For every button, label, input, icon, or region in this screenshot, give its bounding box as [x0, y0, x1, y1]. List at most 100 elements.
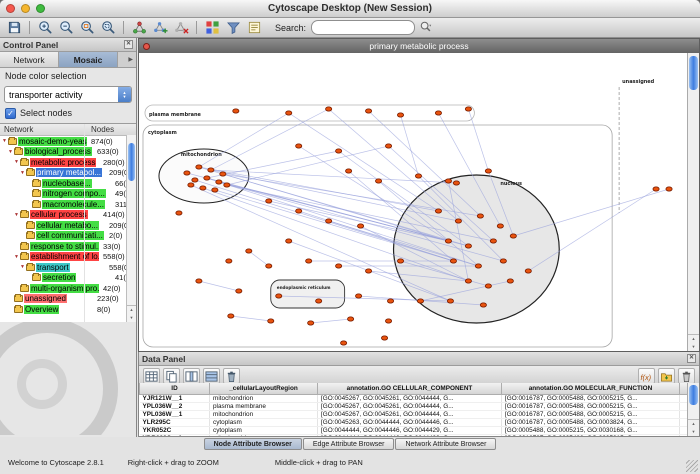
minimize-window-button[interactable]	[21, 4, 30, 13]
network-node[interactable]	[490, 239, 496, 243]
network-node[interactable]	[475, 264, 481, 268]
network-node[interactable]	[348, 317, 354, 321]
zoom-selected-button[interactable]	[77, 19, 97, 37]
network-node[interactable]	[233, 109, 239, 113]
network-scrollbar-arrows[interactable]: ▲▼	[688, 334, 699, 351]
tab-node-attribute-browser[interactable]: Node Attribute Browser	[204, 438, 302, 450]
network-node[interactable]	[216, 180, 222, 184]
network-node[interactable]	[196, 279, 202, 283]
attribute-row[interactable]: YKR052Ccytoplasm[GO:0044444, GO:0044446,…	[140, 427, 688, 435]
network-node[interactable]	[653, 187, 659, 191]
network-node[interactable]	[196, 165, 202, 169]
network-canvas[interactable]: plasma membrane cytoplasm mitochondrion …	[139, 53, 688, 351]
tree-column-nodes[interactable]: Nodes	[86, 125, 114, 134]
network-node[interactable]	[435, 111, 441, 115]
network-node[interactable]	[228, 314, 234, 318]
network-node[interactable]	[224, 183, 230, 187]
network-node[interactable]	[385, 144, 391, 148]
network-edge[interactable]	[249, 251, 269, 266]
network-edge[interactable]	[231, 316, 271, 321]
annotation-button[interactable]	[244, 19, 264, 37]
network-node[interactable]	[453, 181, 459, 185]
table-scrollbar-arrows[interactable]: ▲▼	[688, 419, 699, 436]
network-node[interactable]	[176, 211, 182, 215]
network-node[interactable]	[480, 303, 486, 307]
network-node[interactable]	[445, 239, 451, 243]
network-node[interactable]	[336, 264, 342, 268]
tab-mosaic[interactable]: Mosaic	[59, 52, 118, 67]
zoom-in-button[interactable]	[35, 19, 55, 37]
network-node[interactable]	[306, 259, 312, 263]
tab-network[interactable]: Network	[0, 52, 59, 67]
network-node[interactable]	[445, 179, 451, 183]
expand-arrow-icon[interactable]: ▼	[13, 212, 20, 218]
tree-item-biological-process[interactable]: ▼biological_process633(0)	[0, 147, 136, 158]
tree-item-cell-communicati[interactable]: cell communicati...2(0)	[0, 231, 136, 242]
zoom-out-button[interactable]	[56, 19, 76, 37]
tree-item-macromolecule[interactable]: macromolecule...311(0)	[0, 199, 136, 210]
delete-attribute-button[interactable]	[223, 368, 240, 384]
network-edge[interactable]	[311, 319, 351, 323]
expand-arrow-icon[interactable]: ▼	[13, 254, 20, 260]
select-nodes-checkbox[interactable]: ✓	[5, 108, 16, 119]
select-column-button[interactable]	[183, 368, 200, 384]
network-scrollbar[interactable]: ▲▼	[687, 53, 699, 351]
network-edge[interactable]	[401, 115, 419, 176]
network-node[interactable]	[220, 172, 226, 176]
network-edge[interactable]	[199, 281, 239, 291]
vizmapper-button[interactable]	[202, 19, 222, 37]
tree-item-unassigned[interactable]: unassigned223(0)	[0, 294, 136, 305]
expand-arrow-icon[interactable]: ▼	[13, 159, 20, 165]
network-overview-button[interactable]	[129, 19, 149, 37]
network-node[interactable]	[204, 176, 210, 180]
network-edge[interactable]	[468, 109, 488, 171]
network-node[interactable]	[316, 299, 322, 303]
network-node[interactable]	[375, 179, 381, 183]
tree-column-network[interactable]: Network	[0, 125, 86, 134]
tree-header[interactable]: Network Nodes	[0, 124, 136, 136]
network-node[interactable]	[326, 107, 332, 111]
network-edge[interactable]	[211, 109, 329, 170]
network-node[interactable]	[236, 289, 242, 293]
network-node[interactable]	[485, 284, 491, 288]
network-node[interactable]	[208, 168, 214, 172]
tab-overflow-arrow-icon[interactable]: ▶	[118, 52, 136, 67]
network-node[interactable]	[485, 169, 491, 173]
close-window-button[interactable]	[6, 4, 15, 13]
expand-arrow-icon[interactable]: ▼	[1, 138, 8, 144]
network-node[interactable]	[510, 234, 516, 238]
network-node[interactable]	[387, 299, 393, 303]
zoom-fit-button[interactable]	[98, 19, 118, 37]
network-node[interactable]	[266, 264, 272, 268]
close-control-panel-icon[interactable]: ✕	[124, 40, 133, 49]
network-node[interactable]	[385, 319, 391, 323]
network-node[interactable]	[341, 341, 347, 345]
attribute-row[interactable]: YDR039C__1mitochondrion[GO:0044444, GO:0…	[140, 435, 688, 437]
expand-arrow-icon[interactable]: ▼	[7, 149, 14, 155]
network-node[interactable]	[266, 199, 272, 203]
tab-edge-attribute-browser[interactable]: Edge Attribute Browser	[303, 438, 395, 450]
column-header-id[interactable]: ID	[140, 383, 210, 395]
tree-item-response-to-stimul[interactable]: response to stimul...33(0)	[0, 241, 136, 252]
network-node[interactable]	[455, 219, 461, 223]
network-node[interactable]	[381, 336, 387, 340]
network-node[interactable]	[417, 299, 423, 303]
network-node[interactable]	[525, 269, 531, 273]
save-session-button[interactable]	[4, 19, 24, 37]
network-node[interactable]	[358, 224, 364, 228]
network-node[interactable]	[226, 259, 232, 263]
tree-item-secretion[interactable]: secretion41(0)	[0, 273, 136, 284]
table-scrollbar-thumb[interactable]	[689, 385, 698, 405]
network-node[interactable]	[415, 174, 421, 178]
tree-item-nucleobase[interactable]: nucleobase...66(0)	[0, 178, 136, 189]
tree-scrollbar-arrows[interactable]: ▲▼	[127, 305, 136, 322]
tree-item-cellular-metabo[interactable]: cellular metabo...209(0)	[0, 220, 136, 231]
tree-item-transport[interactable]: ▼transport558(0)	[0, 262, 136, 273]
filter-button[interactable]	[223, 19, 243, 37]
search-input[interactable]	[311, 20, 415, 35]
network-node[interactable]	[286, 239, 292, 243]
network-node[interactable]	[184, 171, 190, 175]
network-node[interactable]	[666, 187, 672, 191]
network-node[interactable]	[397, 259, 403, 263]
attribute-row[interactable]: YPL036W__2plasma membrane[GO:0045267, GO…	[140, 403, 688, 411]
